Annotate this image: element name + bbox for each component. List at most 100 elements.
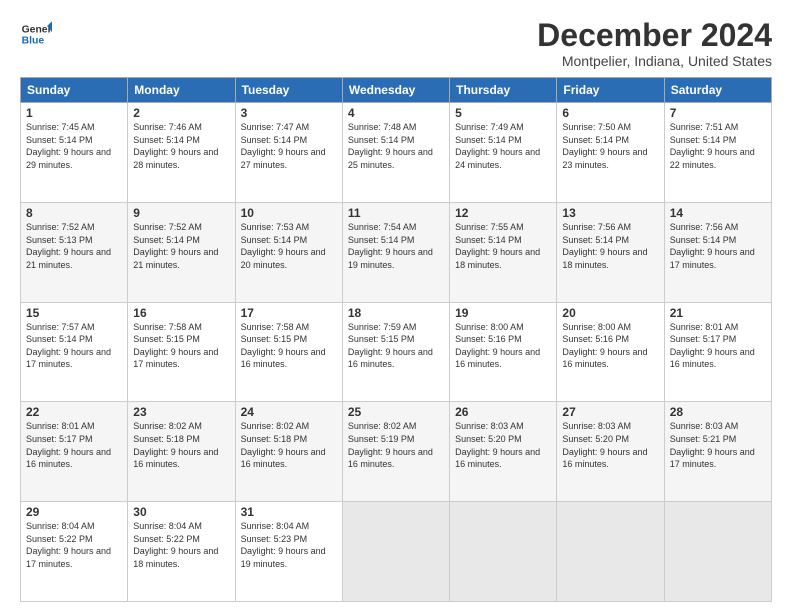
- table-row: 24 Sunrise: 8:02 AMSunset: 5:18 PMDayligh…: [235, 402, 342, 502]
- table-row: [557, 502, 664, 602]
- day-number: 26: [455, 405, 551, 419]
- day-number: 10: [241, 206, 337, 220]
- logo-icon: General Blue: [20, 18, 52, 50]
- day-info: Sunrise: 7:53 AMSunset: 5:14 PMDaylight:…: [241, 222, 326, 270]
- day-number: 12: [455, 206, 551, 220]
- day-info: Sunrise: 7:58 AMSunset: 5:15 PMDaylight:…: [241, 322, 326, 370]
- table-row: 14 Sunrise: 7:56 AMSunset: 5:14 PMDayligh…: [664, 202, 771, 302]
- col-saturday: Saturday: [664, 78, 771, 103]
- day-info: Sunrise: 8:01 AMSunset: 5:17 PMDaylight:…: [670, 322, 755, 370]
- table-row: 22Sunrise: 8:01 AMSunset: 5:17 PMDayligh…: [21, 402, 128, 502]
- col-tuesday: Tuesday: [235, 78, 342, 103]
- day-number: 29: [26, 505, 122, 519]
- day-number: 8: [26, 206, 122, 220]
- table-row: 29Sunrise: 8:04 AMSunset: 5:22 PMDayligh…: [21, 502, 128, 602]
- table-row: 3 Sunrise: 7:47 AMSunset: 5:14 PMDaylight…: [235, 103, 342, 203]
- page: General Blue December 2024 Montpelier, I…: [0, 0, 792, 612]
- col-thursday: Thursday: [450, 78, 557, 103]
- table-row: 10 Sunrise: 7:53 AMSunset: 5:14 PMDayligh…: [235, 202, 342, 302]
- day-number: 25: [348, 405, 444, 419]
- table-row: 4 Sunrise: 7:48 AMSunset: 5:14 PMDaylight…: [342, 103, 449, 203]
- calendar-week-row: 8Sunrise: 7:52 AMSunset: 5:13 PMDaylight…: [21, 202, 772, 302]
- day-number: 28: [670, 405, 766, 419]
- day-number: 15: [26, 306, 122, 320]
- calendar-week-row: 15 Sunrise: 7:57 AMSunset: 5:14 PMDayligh…: [21, 302, 772, 402]
- table-row: [450, 502, 557, 602]
- day-info: Sunrise: 7:59 AMSunset: 5:15 PMDaylight:…: [348, 322, 433, 370]
- table-row: 8Sunrise: 7:52 AMSunset: 5:13 PMDaylight…: [21, 202, 128, 302]
- day-info: Sunrise: 8:02 AMSunset: 5:19 PMDaylight:…: [348, 421, 433, 469]
- day-number: 27: [562, 405, 658, 419]
- table-row: 21 Sunrise: 8:01 AMSunset: 5:17 PMDayligh…: [664, 302, 771, 402]
- day-info: Sunrise: 7:48 AMSunset: 5:14 PMDaylight:…: [348, 122, 433, 170]
- day-info: Sunrise: 7:56 AMSunset: 5:14 PMDaylight:…: [670, 222, 755, 270]
- calendar-week-row: 29Sunrise: 8:04 AMSunset: 5:22 PMDayligh…: [21, 502, 772, 602]
- calendar-week-row: 22Sunrise: 8:01 AMSunset: 5:17 PMDayligh…: [21, 402, 772, 502]
- day-number: 2: [133, 106, 229, 120]
- day-number: 1: [26, 106, 122, 120]
- logo: General Blue: [20, 18, 52, 50]
- day-info: Sunrise: 7:47 AMSunset: 5:14 PMDaylight:…: [241, 122, 326, 170]
- table-row: [664, 502, 771, 602]
- day-info: Sunrise: 7:56 AMSunset: 5:14 PMDaylight:…: [562, 222, 647, 270]
- day-info: Sunrise: 7:54 AMSunset: 5:14 PMDaylight:…: [348, 222, 433, 270]
- table-row: 7 Sunrise: 7:51 AMSunset: 5:14 PMDaylight…: [664, 103, 771, 203]
- table-row: [342, 502, 449, 602]
- day-number: 21: [670, 306, 766, 320]
- title-block: December 2024 Montpelier, Indiana, Unite…: [537, 18, 772, 69]
- col-monday: Monday: [128, 78, 235, 103]
- table-row: 9Sunrise: 7:52 AMSunset: 5:14 PMDaylight…: [128, 202, 235, 302]
- day-number: 14: [670, 206, 766, 220]
- day-number: 23: [133, 405, 229, 419]
- table-row: 30Sunrise: 8:04 AMSunset: 5:22 PMDayligh…: [128, 502, 235, 602]
- calendar-table: Sunday Monday Tuesday Wednesday Thursday…: [20, 77, 772, 602]
- day-info: Sunrise: 7:55 AMSunset: 5:14 PMDaylight:…: [455, 222, 540, 270]
- calendar-week-row: 1Sunrise: 7:45 AMSunset: 5:14 PMDaylight…: [21, 103, 772, 203]
- day-number: 3: [241, 106, 337, 120]
- day-number: 22: [26, 405, 122, 419]
- day-number: 16: [133, 306, 229, 320]
- day-number: 17: [241, 306, 337, 320]
- day-info: Sunrise: 8:00 AMSunset: 5:16 PMDaylight:…: [455, 322, 540, 370]
- day-info: Sunrise: 8:03 AMSunset: 5:20 PMDaylight:…: [455, 421, 540, 469]
- table-row: 13 Sunrise: 7:56 AMSunset: 5:14 PMDayligh…: [557, 202, 664, 302]
- day-info: Sunrise: 7:50 AMSunset: 5:14 PMDaylight:…: [562, 122, 647, 170]
- calendar-header-row: Sunday Monday Tuesday Wednesday Thursday…: [21, 78, 772, 103]
- table-row: 12 Sunrise: 7:55 AMSunset: 5:14 PMDayligh…: [450, 202, 557, 302]
- month-title: December 2024: [537, 18, 772, 53]
- col-wednesday: Wednesday: [342, 78, 449, 103]
- day-number: 31: [241, 505, 337, 519]
- day-info: Sunrise: 8:03 AMSunset: 5:20 PMDaylight:…: [562, 421, 647, 469]
- table-row: 31 Sunrise: 8:04 AMSunset: 5:23 PMDayligh…: [235, 502, 342, 602]
- svg-text:Blue: Blue: [22, 36, 45, 47]
- col-friday: Friday: [557, 78, 664, 103]
- table-row: 20Sunrise: 8:00 AMSunset: 5:16 PMDayligh…: [557, 302, 664, 402]
- table-row: 2Sunrise: 7:46 AMSunset: 5:14 PMDaylight…: [128, 103, 235, 203]
- day-number: 30: [133, 505, 229, 519]
- day-info: Sunrise: 7:57 AMSunset: 5:14 PMDaylight:…: [26, 322, 111, 370]
- day-number: 11: [348, 206, 444, 220]
- day-info: Sunrise: 7:49 AMSunset: 5:14 PMDaylight:…: [455, 122, 540, 170]
- day-number: 6: [562, 106, 658, 120]
- table-row: 11 Sunrise: 7:54 AMSunset: 5:14 PMDayligh…: [342, 202, 449, 302]
- day-number: 5: [455, 106, 551, 120]
- day-info: Sunrise: 8:03 AMSunset: 5:21 PMDaylight:…: [670, 421, 755, 469]
- table-row: 17 Sunrise: 7:58 AMSunset: 5:15 PMDayligh…: [235, 302, 342, 402]
- day-info: Sunrise: 7:58 AMSunset: 5:15 PMDaylight:…: [133, 322, 218, 370]
- day-number: 7: [670, 106, 766, 120]
- day-info: Sunrise: 8:02 AMSunset: 5:18 PMDaylight:…: [241, 421, 326, 469]
- table-row: 18Sunrise: 7:59 AMSunset: 5:15 PMDayligh…: [342, 302, 449, 402]
- table-row: 23 Sunrise: 8:02 AMSunset: 5:18 PMDayligh…: [128, 402, 235, 502]
- day-info: Sunrise: 7:51 AMSunset: 5:14 PMDaylight:…: [670, 122, 755, 170]
- table-row: 1Sunrise: 7:45 AMSunset: 5:14 PMDaylight…: [21, 103, 128, 203]
- day-number: 4: [348, 106, 444, 120]
- table-row: 27 Sunrise: 8:03 AMSunset: 5:20 PMDayligh…: [557, 402, 664, 502]
- table-row: 26 Sunrise: 8:03 AMSunset: 5:20 PMDayligh…: [450, 402, 557, 502]
- day-number: 24: [241, 405, 337, 419]
- day-number: 13: [562, 206, 658, 220]
- table-row: 6 Sunrise: 7:50 AMSunset: 5:14 PMDaylight…: [557, 103, 664, 203]
- day-info: Sunrise: 8:00 AMSunset: 5:16 PMDaylight:…: [562, 322, 647, 370]
- day-info: Sunrise: 8:04 AMSunset: 5:23 PMDaylight:…: [241, 521, 326, 569]
- table-row: 28 Sunrise: 8:03 AMSunset: 5:21 PMDayligh…: [664, 402, 771, 502]
- day-info: Sunrise: 8:02 AMSunset: 5:18 PMDaylight:…: [133, 421, 218, 469]
